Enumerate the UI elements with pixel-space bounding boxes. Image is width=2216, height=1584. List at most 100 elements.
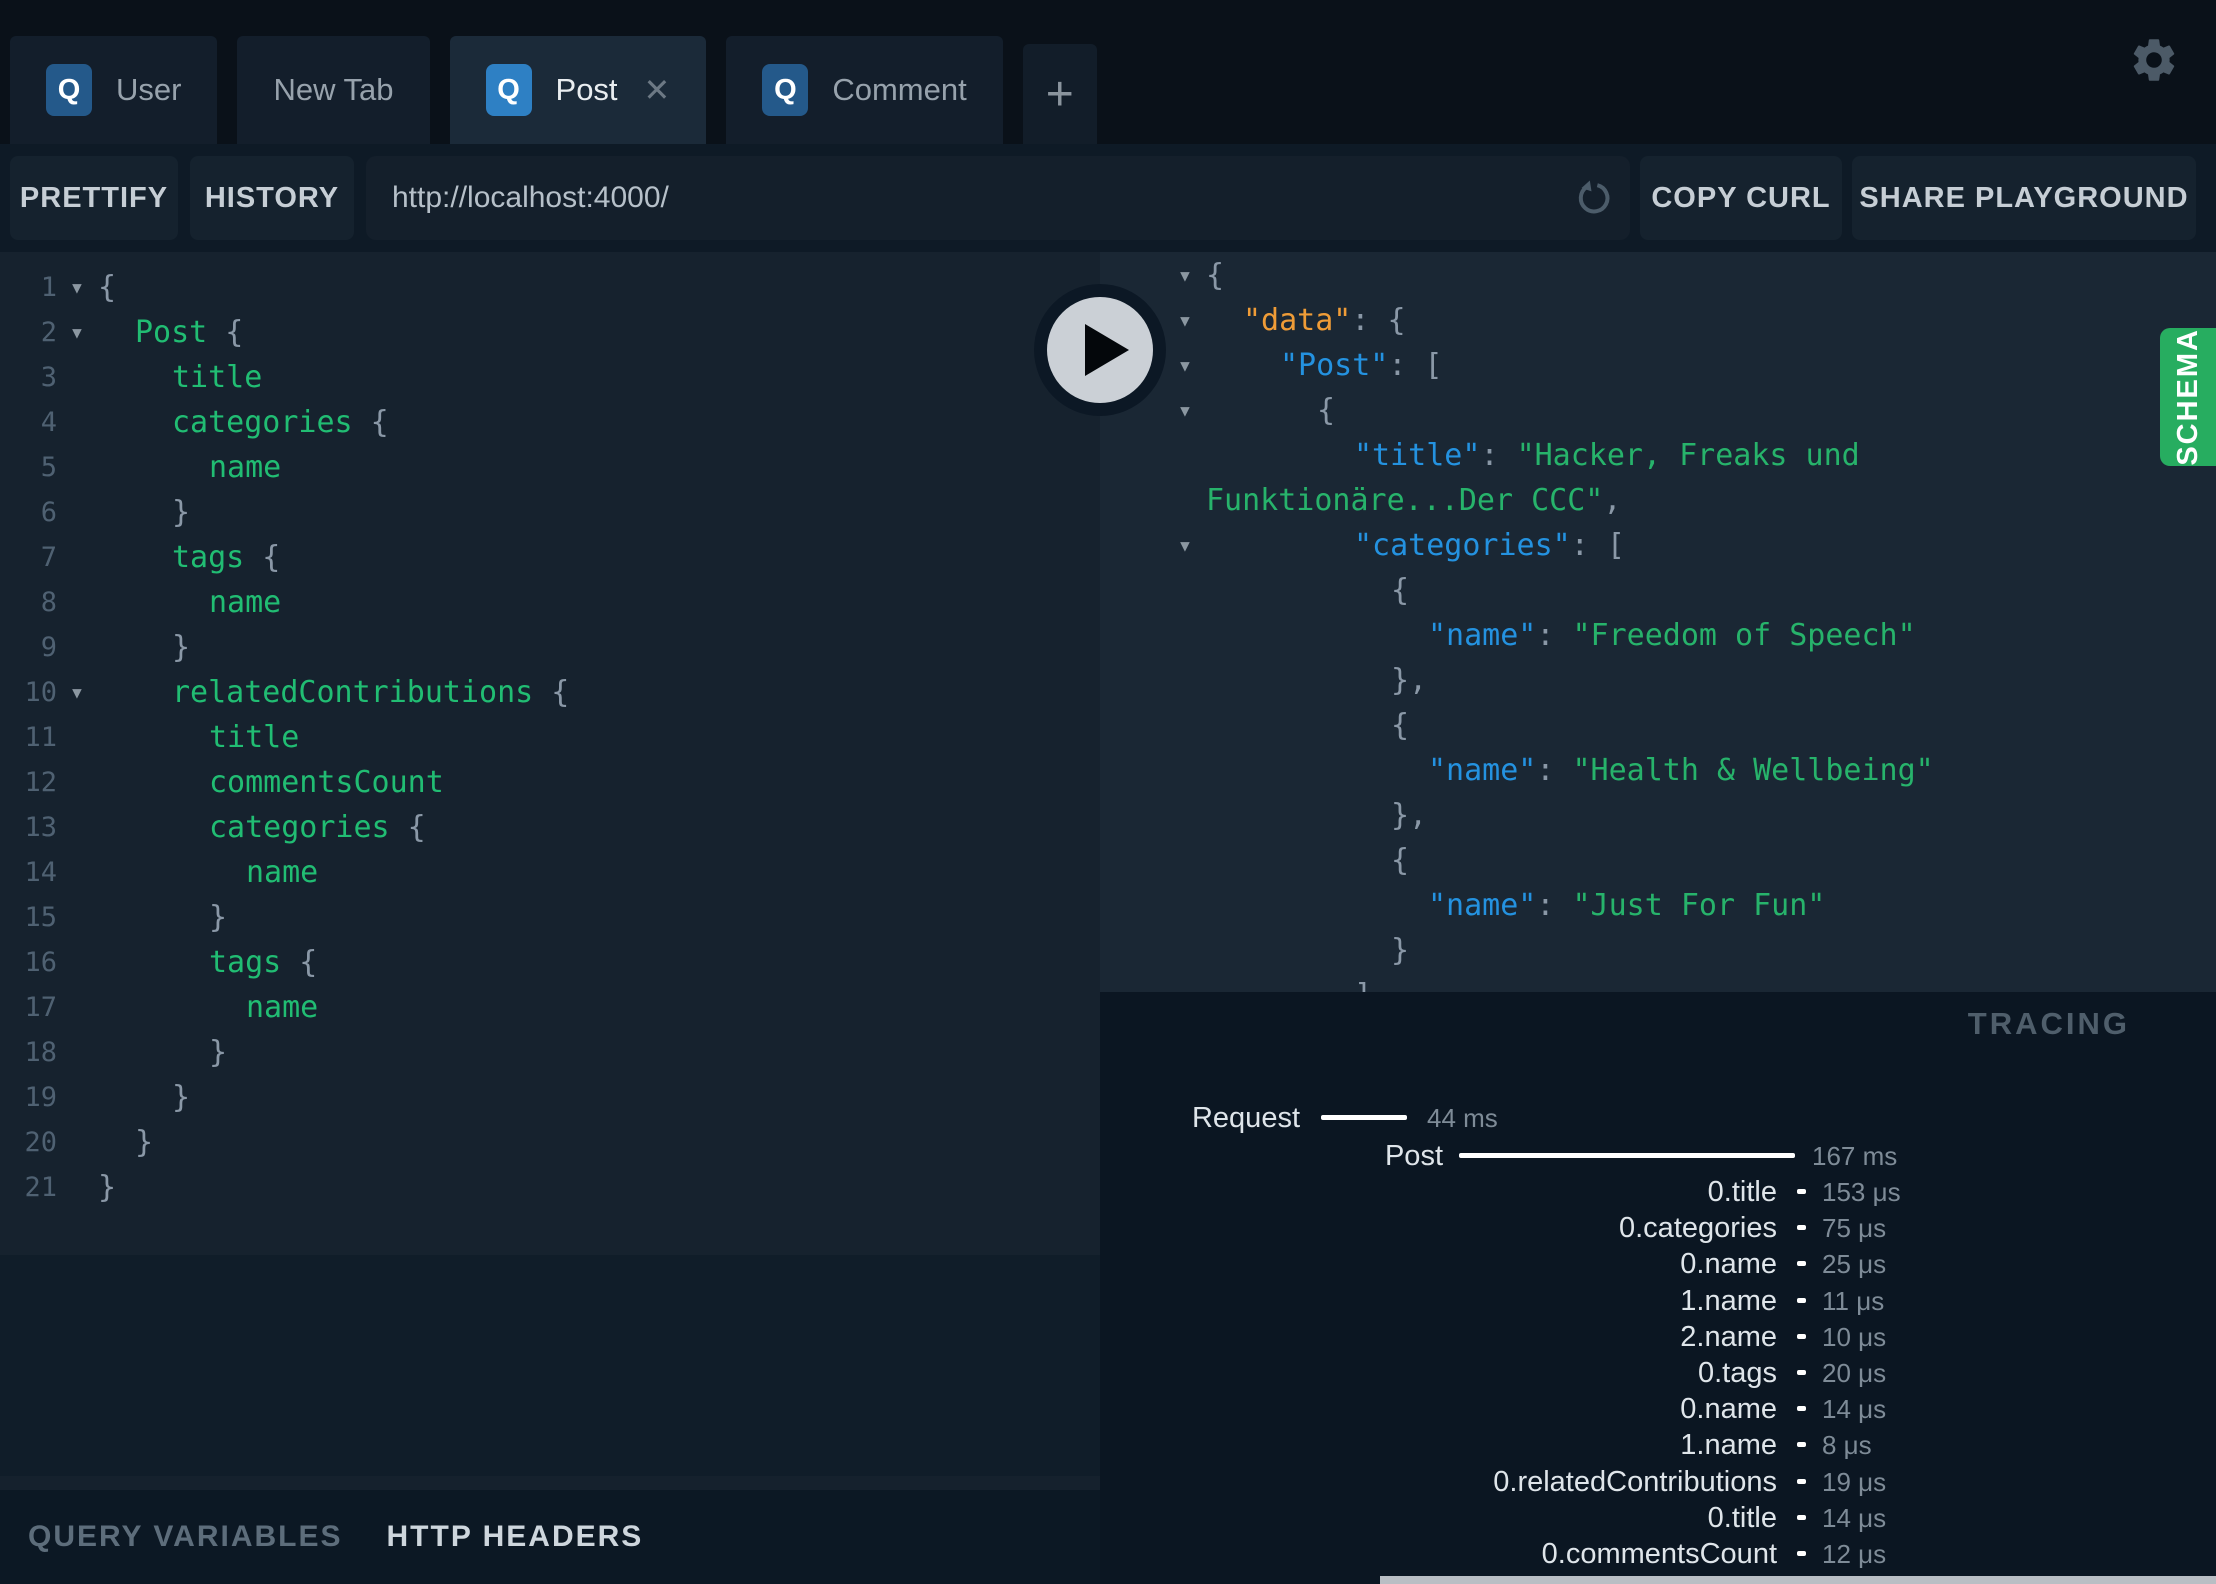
fold-arrow-icon[interactable]: ▼ xyxy=(1172,253,1198,298)
token: "Freedom of Speech" xyxy=(1572,618,1916,653)
token: ] xyxy=(1354,978,1372,992)
code-text: "name": "Freedom of Speech" xyxy=(1428,613,1916,658)
fold-arrow-icon[interactable]: ▼ xyxy=(1172,343,1198,388)
token: "categories" xyxy=(1354,528,1571,563)
line-number: 10 xyxy=(24,677,57,708)
code-text: } xyxy=(135,1120,153,1165)
tab-bar: Q User New Tab Q Post ✕ Q Comment + xyxy=(10,36,1097,144)
tab-comment[interactable]: Q Comment xyxy=(726,36,1003,144)
span-duration: 10 μs xyxy=(1822,1321,1887,1352)
span-duration: 19 μs xyxy=(1822,1466,1887,1497)
span-label: 1.name xyxy=(1680,1284,1777,1317)
code-text: "name": "Health & Wellbeing" xyxy=(1428,748,1934,793)
token: { xyxy=(1391,573,1410,608)
code-line: ▼ "categories": [ xyxy=(1100,523,2216,568)
line-number: 16 xyxy=(24,947,57,978)
line-number: 4 xyxy=(40,407,57,438)
code-line: ▼ "Post": [ xyxy=(1100,343,2216,388)
token: relatedContributions xyxy=(172,675,534,710)
tracing-span-row: 0.name 14 μs xyxy=(1100,1389,2216,1429)
line-number: 9 xyxy=(40,632,57,663)
code-text: name xyxy=(209,445,281,490)
fold-arrow-icon[interactable]: ▼ xyxy=(64,265,90,310)
code-line: Funktionäre...Der CCC", xyxy=(1100,478,2216,523)
query-editor[interactable]: 1 ▼{2 ▼ Post {3 title 4 categories {5 name 6} 7 ta… xyxy=(0,265,1100,1210)
code-text: } xyxy=(209,1030,227,1075)
code-line: 7 tags { xyxy=(0,535,1100,580)
endpoint-url-input[interactable] xyxy=(366,156,1630,240)
token: } xyxy=(98,1170,117,1205)
token: Post xyxy=(135,315,208,350)
token: { xyxy=(1391,843,1410,878)
tab-post[interactable]: Q Post ✕ xyxy=(449,36,707,144)
token: name xyxy=(246,855,319,890)
duration-bar xyxy=(1797,1297,1806,1303)
tracing-span-row: Post 167 ms xyxy=(1100,1136,2216,1176)
duration-bar xyxy=(1797,1551,1806,1556)
code-line: 16 tags { xyxy=(0,940,1100,985)
span-duration: 167 ms xyxy=(1812,1141,1898,1171)
code-line: 5 name xyxy=(0,445,1100,490)
tracing-span-row: 0.tags 20 μs xyxy=(1100,1353,2216,1393)
tracing-panel: TRACING Request 44 ms Post 167 ms 0.title 153… xyxy=(1100,992,2216,1584)
close-icon[interactable]: ✕ xyxy=(644,71,671,109)
token: : xyxy=(1536,618,1573,653)
tab-label: User xyxy=(116,72,182,107)
copy-curl-button[interactable]: COPY CURL xyxy=(1640,156,1842,240)
token: , xyxy=(1603,483,1622,518)
code-text: tags { xyxy=(209,940,317,985)
query-type-badge: Q xyxy=(485,64,532,116)
history-button[interactable]: HISTORY xyxy=(190,156,354,240)
token: title xyxy=(172,360,263,395)
token: name xyxy=(209,585,282,620)
duration-bar xyxy=(1321,1115,1407,1120)
share-playground-button[interactable]: SHARE PLAYGROUND xyxy=(1852,156,2196,240)
token: { xyxy=(244,540,281,575)
prettify-button[interactable]: PRETTIFY xyxy=(10,156,178,240)
tracing-span-row: 0.title 14 μs xyxy=(1100,1498,2216,1538)
schema-tab[interactable]: SCHEMA xyxy=(2160,328,2216,466)
token: } xyxy=(172,495,191,530)
span-label: 0.name xyxy=(1680,1393,1777,1426)
query-pane: 1 ▼{2 ▼ Post {3 title 4 categories {5 name 6} 7 ta… xyxy=(0,252,1100,1584)
execute-button[interactable] xyxy=(1034,284,1166,416)
code-text: relatedContributions { xyxy=(172,670,569,715)
variables-bar-handle[interactable] xyxy=(0,1476,1100,1490)
tab-user[interactable]: Q User xyxy=(10,36,218,144)
code-line: 20} xyxy=(0,1120,1100,1165)
endpoint-url-wrap xyxy=(366,156,1630,240)
code-line: "title": "Hacker, Freaks und xyxy=(1100,433,2216,478)
token: { xyxy=(533,675,570,710)
code-text: tags { xyxy=(172,535,280,580)
tab-new-tab[interactable]: New Tab xyxy=(237,36,430,144)
fold-arrow-icon[interactable]: ▼ xyxy=(64,670,90,715)
span-label: 0.commentsCount xyxy=(1541,1538,1777,1570)
tracing-span-row: 0.relatedContributions 19 μs xyxy=(1100,1462,2216,1502)
fold-arrow-icon[interactable]: ▼ xyxy=(1172,523,1198,568)
tab-label: New Tab xyxy=(273,72,394,107)
token: "Health & Wellbeing" xyxy=(1572,753,1934,788)
token: } xyxy=(1391,933,1410,968)
settings-gear-icon[interactable] xyxy=(2128,34,2180,86)
code-line: 12 commentsCount xyxy=(0,760,1100,805)
line-number: 18 xyxy=(24,1037,57,1068)
code-line: 11 title xyxy=(0,715,1100,760)
token: { xyxy=(98,270,117,305)
code-line: 3 title xyxy=(0,355,1100,400)
query-variables-tab[interactable]: QUERY VARIABLES xyxy=(28,1520,343,1554)
horizontal-scrollbar[interactable] xyxy=(1380,1576,2216,1584)
new-tab-button[interactable]: + xyxy=(1022,44,1097,144)
fold-arrow-icon[interactable]: ▼ xyxy=(1172,388,1198,433)
fold-arrow-icon[interactable]: ▼ xyxy=(1172,298,1198,343)
code-text: commentsCount xyxy=(209,760,444,805)
code-line: 17 name xyxy=(0,985,1100,1030)
reload-icon[interactable] xyxy=(1574,178,1614,218)
toolbar: PRETTIFY HISTORY COPY CURL SHARE PLAYGRO… xyxy=(0,144,2216,252)
token: "Just For Fun" xyxy=(1572,888,1826,923)
code-text: } xyxy=(172,1075,190,1120)
fold-arrow-icon[interactable]: ▼ xyxy=(64,310,90,355)
http-headers-tab[interactable]: HTTP HEADERS xyxy=(387,1520,644,1554)
code-text: name xyxy=(209,580,281,625)
code-text: } xyxy=(172,625,190,670)
span-duration: 11 μs xyxy=(1822,1285,1885,1316)
